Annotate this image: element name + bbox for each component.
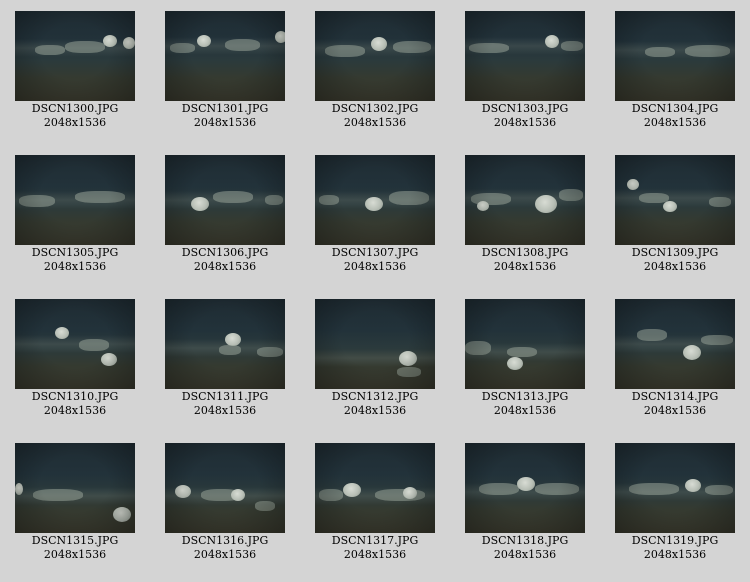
- thumbnail-cell[interactable]: DSCN1301.JPG 2048x1536: [150, 0, 300, 144]
- thumbnail-dimensions: 2048x1536: [493, 260, 557, 273]
- thumbnail-dimensions: 2048x1536: [643, 116, 707, 129]
- seafloor-photo-thumbnail[interactable]: [465, 299, 585, 389]
- contact-sheet: DSCN1300.JPG 2048x1536 DSCN1301.JPG 2048…: [0, 0, 750, 582]
- seafloor-photo-thumbnail[interactable]: [315, 299, 435, 389]
- thumbnail-cell[interactable]: DSCN1315.JPG 2048x1536: [0, 432, 150, 576]
- thumbnail-cell[interactable]: DSCN1311.JPG 2048x1536: [150, 288, 300, 432]
- thumbnail-cell[interactable]: DSCN1313.JPG 2048x1536: [450, 288, 600, 432]
- thumbnail-dimensions: 2048x1536: [643, 404, 707, 417]
- seafloor-photo-thumbnail[interactable]: [615, 299, 735, 389]
- thumbnail-dimensions: 2048x1536: [343, 116, 407, 129]
- thumbnail-dimensions: 2048x1536: [193, 548, 257, 561]
- thumbnail-dimensions: 2048x1536: [493, 116, 557, 129]
- seafloor-photo-thumbnail[interactable]: [615, 155, 735, 245]
- seafloor-photo-thumbnail[interactable]: [465, 443, 585, 533]
- thumbnail-filename: DSCN1316.JPG: [181, 534, 269, 547]
- seafloor-photo-thumbnail[interactable]: [165, 11, 285, 101]
- thumbnail-filename: DSCN1308.JPG: [481, 246, 569, 259]
- thumbnail-cell[interactable]: DSCN1305.JPG 2048x1536: [0, 144, 150, 288]
- thumbnail-cell[interactable]: DSCN1316.JPG 2048x1536: [150, 432, 300, 576]
- thumbnail-cell[interactable]: DSCN1309.JPG 2048x1536: [600, 144, 750, 288]
- thumbnail-cell[interactable]: DSCN1318.JPG 2048x1536: [450, 432, 600, 576]
- thumbnail-filename: DSCN1311.JPG: [181, 390, 269, 403]
- thumbnail-cell[interactable]: DSCN1317.JPG 2048x1536: [300, 432, 450, 576]
- seafloor-photo-thumbnail[interactable]: [315, 443, 435, 533]
- thumbnail-filename: DSCN1307.JPG: [331, 246, 419, 259]
- thumbnail-cell[interactable]: DSCN1319.JPG 2048x1536: [600, 432, 750, 576]
- thumbnail-cell[interactable]: DSCN1307.JPG 2048x1536: [300, 144, 450, 288]
- seafloor-photo-thumbnail[interactable]: [165, 155, 285, 245]
- seafloor-photo-thumbnail[interactable]: [15, 299, 135, 389]
- thumbnail-dimensions: 2048x1536: [493, 548, 557, 561]
- thumbnail-cell[interactable]: DSCN1300.JPG 2048x1536: [0, 0, 150, 144]
- thumbnail-filename: DSCN1310.JPG: [31, 390, 119, 403]
- thumbnail-filename: DSCN1319.JPG: [631, 534, 719, 547]
- thumbnail-dimensions: 2048x1536: [643, 260, 707, 273]
- thumbnail-filename: DSCN1314.JPG: [631, 390, 719, 403]
- thumbnail-cell[interactable]: DSCN1304.JPG 2048x1536: [600, 0, 750, 144]
- seafloor-photo-thumbnail[interactable]: [15, 443, 135, 533]
- thumbnail-dimensions: 2048x1536: [343, 260, 407, 273]
- thumbnail-cell[interactable]: DSCN1303.JPG 2048x1536: [450, 0, 600, 144]
- seafloor-photo-thumbnail[interactable]: [465, 11, 585, 101]
- thumbnail-dimensions: 2048x1536: [43, 548, 107, 561]
- seafloor-photo-thumbnail[interactable]: [15, 11, 135, 101]
- thumbnail-filename: DSCN1315.JPG: [31, 534, 119, 547]
- thumbnail-dimensions: 2048x1536: [343, 404, 407, 417]
- thumbnail-dimensions: 2048x1536: [43, 116, 107, 129]
- thumbnail-filename: DSCN1309.JPG: [631, 246, 719, 259]
- seafloor-photo-thumbnail[interactable]: [315, 155, 435, 245]
- thumbnail-filename: DSCN1304.JPG: [631, 102, 719, 115]
- thumbnail-cell[interactable]: DSCN1310.JPG 2048x1536: [0, 288, 150, 432]
- thumbnail-dimensions: 2048x1536: [193, 260, 257, 273]
- thumbnail-filename: DSCN1302.JPG: [331, 102, 419, 115]
- thumbnail-dimensions: 2048x1536: [493, 404, 557, 417]
- thumbnail-filename: DSCN1303.JPG: [481, 102, 569, 115]
- seafloor-photo-thumbnail[interactable]: [315, 11, 435, 101]
- seafloor-photo-thumbnail[interactable]: [15, 155, 135, 245]
- thumbnail-cell[interactable]: DSCN1302.JPG 2048x1536: [300, 0, 450, 144]
- seafloor-photo-thumbnail[interactable]: [465, 155, 585, 245]
- thumbnail-filename: DSCN1306.JPG: [181, 246, 269, 259]
- thumbnail-filename: DSCN1305.JPG: [31, 246, 119, 259]
- thumbnail-dimensions: 2048x1536: [343, 548, 407, 561]
- thumbnail-filename: DSCN1312.JPG: [331, 390, 419, 403]
- thumbnail-dimensions: 2048x1536: [43, 260, 107, 273]
- thumbnail-dimensions: 2048x1536: [193, 116, 257, 129]
- thumbnail-filename: DSCN1313.JPG: [481, 390, 569, 403]
- thumbnail-cell[interactable]: DSCN1308.JPG 2048x1536: [450, 144, 600, 288]
- thumbnail-cell[interactable]: DSCN1306.JPG 2048x1536: [150, 144, 300, 288]
- thumbnail-cell[interactable]: DSCN1312.JPG 2048x1536: [300, 288, 450, 432]
- seafloor-photo-thumbnail[interactable]: [615, 443, 735, 533]
- thumbnail-dimensions: 2048x1536: [193, 404, 257, 417]
- seafloor-photo-thumbnail[interactable]: [165, 299, 285, 389]
- seafloor-photo-thumbnail[interactable]: [165, 443, 285, 533]
- thumbnail-cell[interactable]: DSCN1314.JPG 2048x1536: [600, 288, 750, 432]
- seafloor-photo-thumbnail[interactable]: [615, 11, 735, 101]
- thumbnail-dimensions: 2048x1536: [43, 404, 107, 417]
- thumbnail-dimensions: 2048x1536: [643, 548, 707, 561]
- thumbnail-filename: DSCN1318.JPG: [481, 534, 569, 547]
- thumbnail-filename: DSCN1301.JPG: [181, 102, 269, 115]
- thumbnail-filename: DSCN1300.JPG: [31, 102, 119, 115]
- thumbnail-filename: DSCN1317.JPG: [331, 534, 419, 547]
